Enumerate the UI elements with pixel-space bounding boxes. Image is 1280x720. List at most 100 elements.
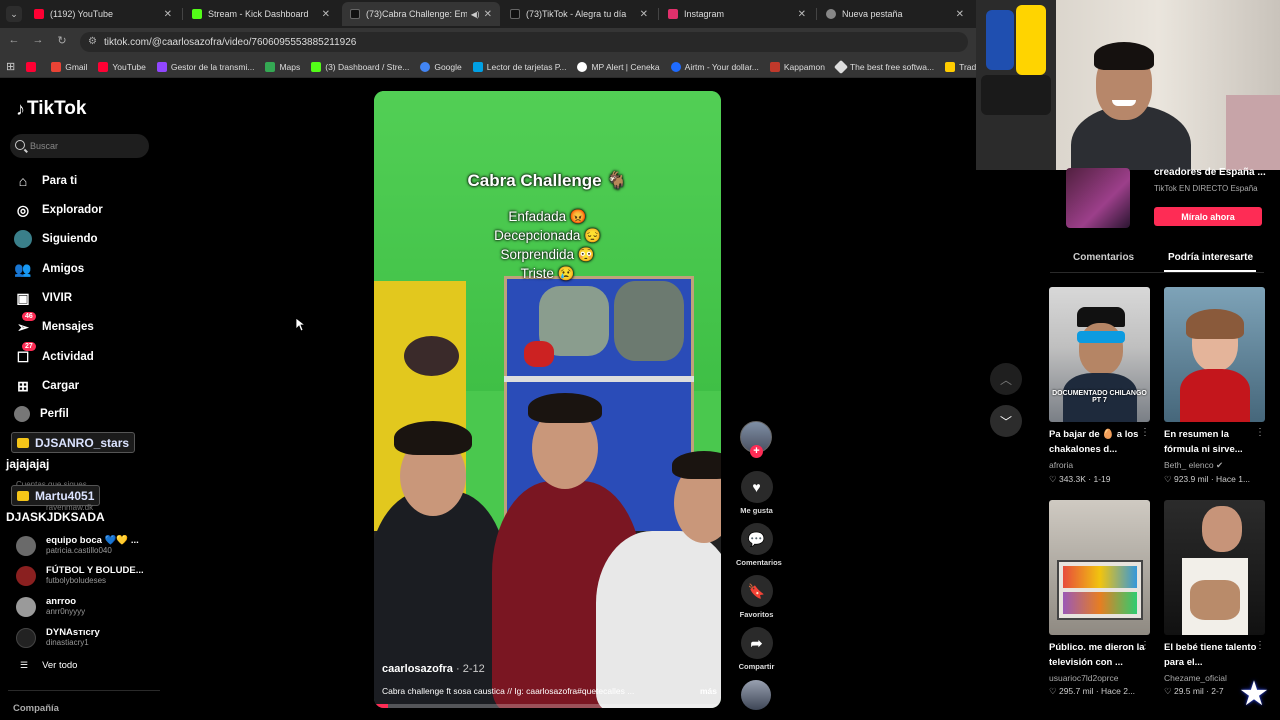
tab-youtube[interactable]: (1192) YouTube ✕ xyxy=(26,2,180,26)
more-options-icon[interactable]: ⋮ xyxy=(1140,427,1150,438)
card-username[interactable]: usuarioc7ld2oprce xyxy=(1049,673,1118,683)
bookmark-label: Maps xyxy=(279,61,301,72)
tab-podria-interesarte[interactable]: Podría interesarte xyxy=(1168,252,1253,263)
nav-mensajes[interactable]: ➢ 46 Mensajes xyxy=(14,312,94,336)
card-title[interactable]: Público. me dieron la televisión con ... xyxy=(1049,640,1145,670)
favorites-button[interactable]: 🔖 Favoritos xyxy=(736,575,777,619)
bookmark-item[interactable] xyxy=(26,61,40,72)
video-card-thumbnail[interactable]: DOCUMENTADO CHILANGO PT 7 xyxy=(1049,287,1150,422)
video-author[interactable]: caarlosazofra · 2-12 xyxy=(382,663,485,675)
card-username[interactable]: Chezame_oficial xyxy=(1164,673,1227,683)
bookmark-item[interactable]: Lector de tarjetas P... xyxy=(472,61,566,72)
site-info-icon[interactable]: ⚙ xyxy=(88,36,97,47)
bookmark-item[interactable]: YouTube xyxy=(98,61,146,72)
speaker-icon[interactable]: ◀) xyxy=(471,10,480,19)
nav-explorador[interactable]: ◎ Explorador xyxy=(14,201,103,219)
close-tab-icon[interactable]: ✕ xyxy=(164,9,172,20)
close-tab-icon[interactable]: ✕ xyxy=(640,9,648,20)
like-button[interactable]: ♥ Me gusta xyxy=(736,471,777,515)
bookmark-item[interactable]: MP Alert | Ceneka xyxy=(577,61,660,72)
close-tab-icon[interactable]: ✕ xyxy=(956,9,964,20)
followed-account[interactable]: equipo boca 💙💛 ... patricia.castillo040 xyxy=(16,535,139,556)
tiktok-logo[interactable]: ♪ TikTok xyxy=(16,98,86,120)
card-title[interactable]: En resumen la fórmula ni sirve... xyxy=(1164,427,1260,457)
video-card-thumbnail[interactable] xyxy=(1164,500,1265,635)
bookmark-item[interactable]: Google xyxy=(420,61,462,72)
bookmark-favicon-icon xyxy=(769,61,780,72)
nav-cargar[interactable]: ⊞ Cargar xyxy=(14,377,79,395)
live-thumbnail[interactable] xyxy=(1066,168,1130,228)
bookmark-label: (3) Dashboard / Stre... xyxy=(325,61,410,72)
tab-comentarios[interactable]: Comentarios xyxy=(1073,252,1134,263)
tab-kick-dashboard[interactable]: Stream - Kick Dashboard ✕ xyxy=(184,2,338,26)
live-title: creadores de España ... xyxy=(1154,167,1266,178)
share-icon: ➦ xyxy=(740,627,773,659)
bookmark-favicon-icon xyxy=(311,61,322,72)
tab-instagram[interactable]: Instagram ✕ xyxy=(660,2,814,26)
tab-title: (73)Cabra Challenge: Emoc xyxy=(366,9,467,19)
reload-icon[interactable]: ↻ xyxy=(54,34,70,47)
bookmark-item[interactable]: Gestor de la transmi... xyxy=(156,61,254,72)
bookmark-item[interactable]: The best free softwa... xyxy=(833,59,934,74)
nav-perfil[interactable]: Perfil xyxy=(14,406,69,422)
more-link[interactable]: más xyxy=(700,686,717,696)
nav-label: Perfil xyxy=(40,408,69,420)
close-tab-icon[interactable]: ✕ xyxy=(484,9,492,20)
comments-button[interactable]: 💬 Comentarios xyxy=(736,523,782,567)
more-options-icon[interactable]: ⋮ xyxy=(1255,427,1265,438)
tab-divider xyxy=(1050,272,1264,273)
video-card-thumbnail[interactable] xyxy=(1049,500,1150,635)
followed-account[interactable]: FÚTBOL Y BOLUDE... futbolyboludeses xyxy=(16,565,144,586)
company-link[interactable]: Compañía xyxy=(13,703,59,714)
close-tab-icon[interactable]: ✕ xyxy=(322,9,330,20)
share-button[interactable]: ➦ Compartir xyxy=(736,627,777,671)
nav-amigos[interactable]: 👥 Amigos xyxy=(14,260,84,278)
bookmark-item[interactable]: (3) Dashboard / Stre... xyxy=(311,61,410,72)
tab-search-menu[interactable]: ⌄ xyxy=(6,6,22,22)
followed-account[interactable]: anrroo anrr0nyyyy xyxy=(16,596,85,617)
see-all-link[interactable]: ☰ Ver todo xyxy=(20,660,77,671)
more-options-icon[interactable]: ⋮ xyxy=(1140,640,1150,651)
tab-tiktok[interactable]: (73)TikTok - Alegra tu día ✕ xyxy=(502,2,656,26)
nav-actividad[interactable]: ☐ 27 Actividad xyxy=(14,342,94,366)
heart-icon: ♥ xyxy=(740,471,773,503)
bookmark-item[interactable]: Maps xyxy=(265,61,301,72)
bookmark-item[interactable]: Trad xyxy=(945,61,976,72)
activity-badge: 27 xyxy=(22,342,36,351)
sound-avatar[interactable] xyxy=(741,680,771,710)
video-frame xyxy=(672,451,721,479)
next-video-button[interactable]: ﹀ xyxy=(990,405,1022,437)
forward-icon[interactable]: → xyxy=(30,34,46,46)
video-player[interactable]: Cabra Challenge 🐐 Enfadada 😡 Decepcionad… xyxy=(374,91,721,708)
bookmark-item[interactable]: Kappamon xyxy=(769,61,825,72)
search-input[interactable]: Buscar xyxy=(10,134,149,158)
bookmark-item[interactable]: Gmail xyxy=(51,61,87,72)
like-label: Me gusta xyxy=(740,506,773,515)
messages-icon: ➢ 46 xyxy=(14,312,36,336)
follow-plus-icon[interactable]: + xyxy=(750,445,763,458)
back-icon[interactable]: ← xyxy=(6,34,22,46)
nav-siguiendo[interactable]: Siguiendo xyxy=(14,230,98,248)
nav-para-ti[interactable]: ⌂ Para ti xyxy=(14,172,77,190)
url-field[interactable]: ⚙ tiktok.com/@caarlosazofra/video/760609… xyxy=(80,32,968,52)
card-stats: ♡ 343.3K · 1-19 xyxy=(1049,474,1111,484)
video-card-thumbnail[interactable] xyxy=(1164,287,1265,422)
more-options-icon[interactable]: ⋮ xyxy=(1255,640,1265,651)
account-handle: patricia.castillo040 xyxy=(46,546,112,555)
bookmark-item[interactable]: Airtm - Your dollar... xyxy=(670,61,759,72)
followed-account[interactable]: DYNAsтιcry dinastiacry1 xyxy=(16,627,100,648)
previous-video-button[interactable]: ︿ xyxy=(990,363,1022,395)
watch-live-button[interactable]: Míralo ahora xyxy=(1154,207,1262,226)
close-tab-icon[interactable]: ✕ xyxy=(798,9,806,20)
apps-grid-icon[interactable]: ⊞ xyxy=(6,60,15,73)
card-username[interactable]: afroria xyxy=(1049,460,1073,470)
bookmark-favicon-icon xyxy=(670,61,681,72)
tab-cabra-challenge[interactable]: (73)Cabra Challenge: Emoc ◀) ✕ xyxy=(342,2,500,26)
tab-title: Stream - Kick Dashboard xyxy=(208,9,309,19)
nav-vivir[interactable]: ▣ VIVIR xyxy=(14,289,72,307)
tab-new-tab[interactable]: Nueva pestaña ✕ xyxy=(818,2,972,26)
card-title[interactable]: Pa bajar de 🥚 a los chakalones d... xyxy=(1049,427,1145,457)
video-progress-bar[interactable] xyxy=(374,704,721,708)
card-username[interactable]: Beth_ elenco ✔ xyxy=(1164,460,1223,471)
card-title[interactable]: El bebé tiene talento para el... xyxy=(1164,640,1260,670)
